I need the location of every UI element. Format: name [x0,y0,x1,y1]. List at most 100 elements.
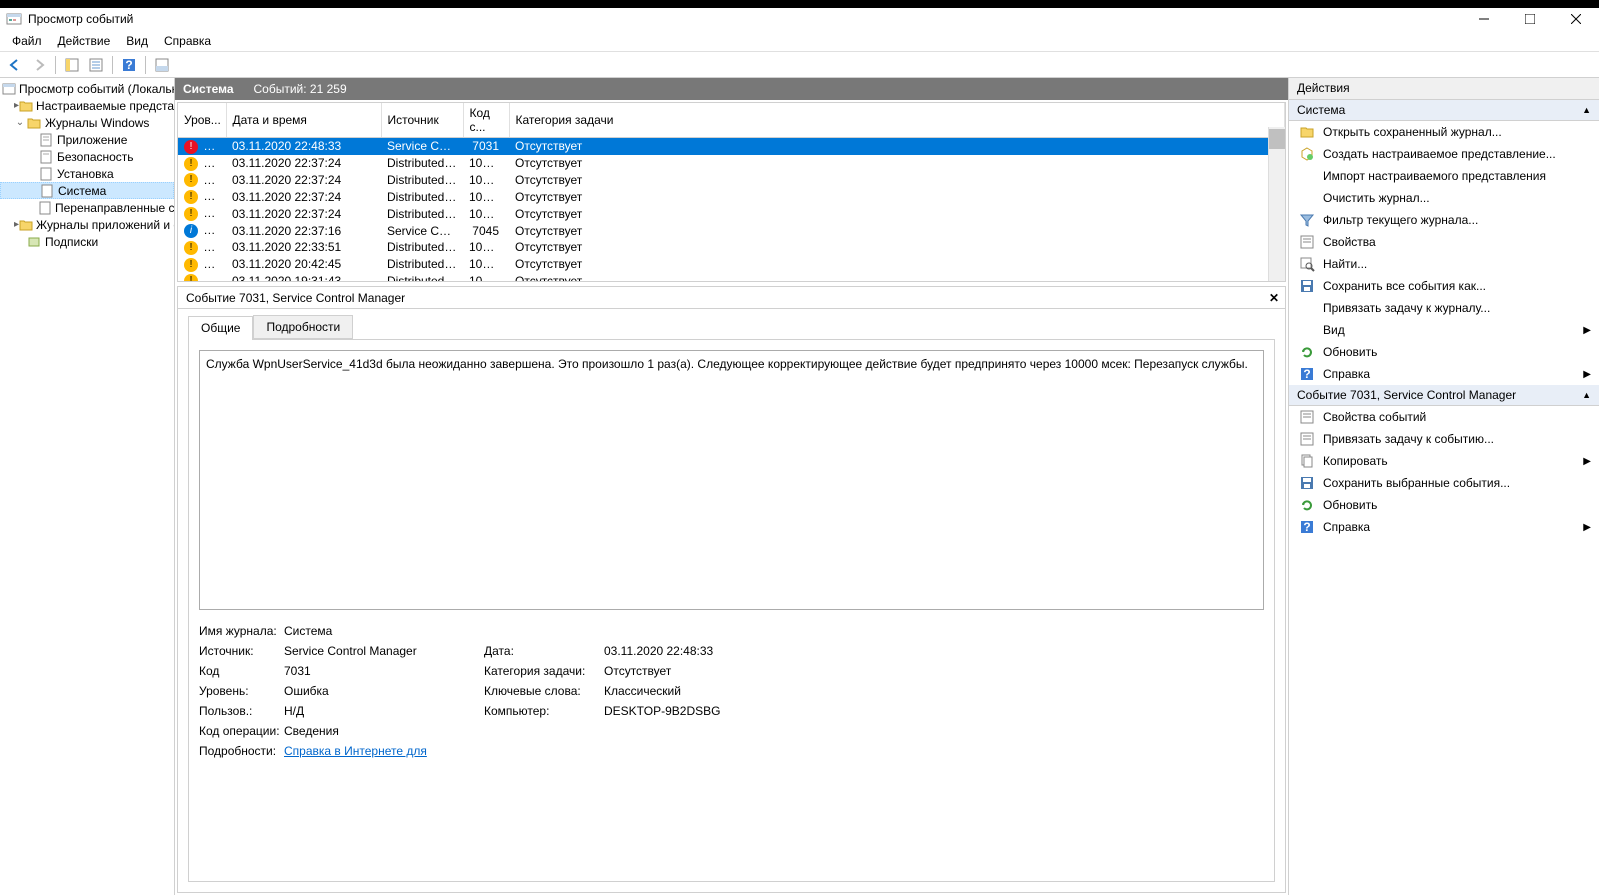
detail-tabs: Общие Подробности [178,309,1285,339]
menu-view[interactable]: Вид [118,32,156,50]
eventviewer-icon [2,81,16,97]
help-icon: ? [1299,366,1315,382]
tab-general[interactable]: Общие [188,316,253,340]
menu-help[interactable]: Справка [156,32,219,50]
app-icon [6,11,22,27]
window-title: Просмотр событий [28,12,133,26]
event-row[interactable]: Св...03.11.2020 22:37:16Service Cont...7… [178,222,1285,239]
tree-setup[interactable]: Установка [0,165,174,182]
label-user: Пользов.: [199,704,284,718]
event-row[interactable]: Пр...03.11.2020 22:37:24DistributedC...1… [178,205,1285,222]
action-справка[interactable]: ?Справка▶ [1289,516,1599,538]
event-row[interactable]: Пр...03.11.2020 19:31:43DistributedC...1… [178,273,1285,282]
tab-details[interactable]: Подробности [253,315,353,339]
action-свойства[interactable]: Свойства [1289,231,1599,253]
props-icon [1299,234,1315,250]
minimize-button[interactable] [1461,8,1507,30]
back-button[interactable] [4,54,26,76]
grid-header-row[interactable]: Уров... Дата и время Источник Код с... К… [178,103,1285,138]
value-source: Service Control Manager [284,644,484,658]
col-source[interactable]: Источник [381,103,463,138]
help-button[interactable]: ? [118,54,140,76]
warn-icon [184,258,198,272]
submenu-arrow-icon: ▶ [1583,369,1591,380]
action-копировать[interactable]: Копировать▶ [1289,450,1599,472]
preview-button[interactable] [151,54,173,76]
forward-button[interactable] [28,54,50,76]
events-grid[interactable]: Уров... Дата и время Источник Код с... К… [177,102,1286,282]
col-date[interactable]: Дата и время [226,103,381,138]
menu-action[interactable]: Действие [50,32,119,50]
col-category[interactable]: Категория задачи [509,103,1285,138]
actions-section-event[interactable]: Событие 7031, Service Control Manager ▲ [1289,385,1599,406]
tree-forwarded[interactable]: Перенаправленные соб [0,199,174,216]
action-вид[interactable]: Вид▶ [1289,319,1599,341]
actions-title: Действия [1289,78,1599,100]
props-icon [1299,409,1315,425]
event-row[interactable]: Пр...03.11.2020 22:33:51DistributedC...1… [178,239,1285,256]
event-row[interactable]: Пр...03.11.2020 22:37:24DistributedC...1… [178,188,1285,205]
action-привязать-задачу-к-журналу-[interactable]: Привязать задачу к журналу... [1289,297,1599,319]
event-row[interactable]: Пр...03.11.2020 20:42:45DistributedC...1… [178,256,1285,273]
svg-text:?: ? [1303,367,1310,381]
tree-security[interactable]: Безопасность [0,148,174,165]
action-фильтр-текущего-журнала-[interactable]: Фильтр текущего журнала... [1289,209,1599,231]
copy-icon [1299,453,1315,469]
detail-title: Событие 7031, Service Control Manager [186,291,405,305]
event-row[interactable]: Пр...03.11.2020 22:37:24DistributedC...1… [178,172,1285,189]
maximize-button[interactable] [1507,8,1553,30]
event-row[interactable]: Пр...03.11.2020 22:37:24DistributedC...1… [178,155,1285,172]
action-свойства-событий[interactable]: Свойства событий [1289,406,1599,428]
label-computer: Компьютер: [484,704,604,718]
action-сохранить-выбранные-события-[interactable]: Сохранить выбранные события... [1289,472,1599,494]
action-сохранить-все-события-как-[interactable]: Сохранить все события как... [1289,275,1599,297]
actions-section-system[interactable]: Система ▲ [1289,100,1599,121]
refresh-icon [1299,497,1315,513]
close-button[interactable] [1553,8,1599,30]
none-icon [1299,322,1315,338]
online-help-link[interactable]: Справка в Интернете для [284,744,484,758]
folder-icon [19,217,33,233]
tree-subscriptions[interactable]: Подписки [0,233,174,250]
label-info: Подробности: [199,744,284,758]
help-icon: ? [1299,519,1315,535]
action-открыть-сохраненный-журнал-[interactable]: Открыть сохраненный журнал... [1289,121,1599,143]
tree-application[interactable]: Приложение [0,131,174,148]
action-label: Сохранить все события как... [1323,279,1486,293]
action-label: Импорт настраиваемого представления [1323,169,1546,183]
tree-custom-views[interactable]: ▸ Настраиваемые представл [0,97,174,114]
tree-windows-logs[interactable]: ⌄ Журналы Windows [0,114,174,131]
value-keywords: Классический [604,684,804,698]
log-icon [39,183,55,199]
tree-app-service-logs[interactable]: ▸ Журналы приложений и сл [0,216,174,233]
action-создать-настраиваемое-представление-[interactable]: Создать настраиваемое представление... [1289,143,1599,165]
log-icon [38,132,54,148]
warn-icon [184,173,198,187]
warn-icon [184,157,198,171]
action-привязать-задачу-к-событию-[interactable]: Привязать задачу к событию... [1289,428,1599,450]
action-найти-[interactable]: Найти... [1289,253,1599,275]
action-обновить[interactable]: Обновить [1289,494,1599,516]
tree-root[interactable]: Просмотр событий (Локальны [0,80,174,97]
menu-file[interactable]: Файл [4,32,50,50]
show-tree-button[interactable] [61,54,83,76]
value-opcode: Сведения [284,724,484,738]
refresh-icon [1299,344,1315,360]
detail-close-button[interactable]: ✕ [1269,291,1279,305]
err-icon [184,140,198,154]
tree-system[interactable]: Система [0,182,174,199]
label-date: Дата: [484,644,604,658]
action-обновить[interactable]: Обновить [1289,341,1599,363]
tree-root-label: Просмотр событий (Локальны [19,82,175,96]
label-category: Категория задачи: [484,664,604,678]
grid-scrollbar[interactable] [1268,127,1285,281]
action-справка[interactable]: ?Справка▶ [1289,363,1599,385]
action-очистить-журнал-[interactable]: Очистить журнал... [1289,187,1599,209]
event-row[interactable]: О...03.11.2020 22:48:33Service Cont...70… [178,138,1285,155]
action-импорт-настраиваемого-представления[interactable]: Импорт настраиваемого представления [1289,165,1599,187]
col-level[interactable]: Уров... [178,103,226,138]
action-label: Создать настраиваемое представление... [1323,147,1556,161]
properties-button[interactable] [85,54,107,76]
col-code[interactable]: Код с... [463,103,509,138]
action-label: Копировать [1323,454,1388,468]
